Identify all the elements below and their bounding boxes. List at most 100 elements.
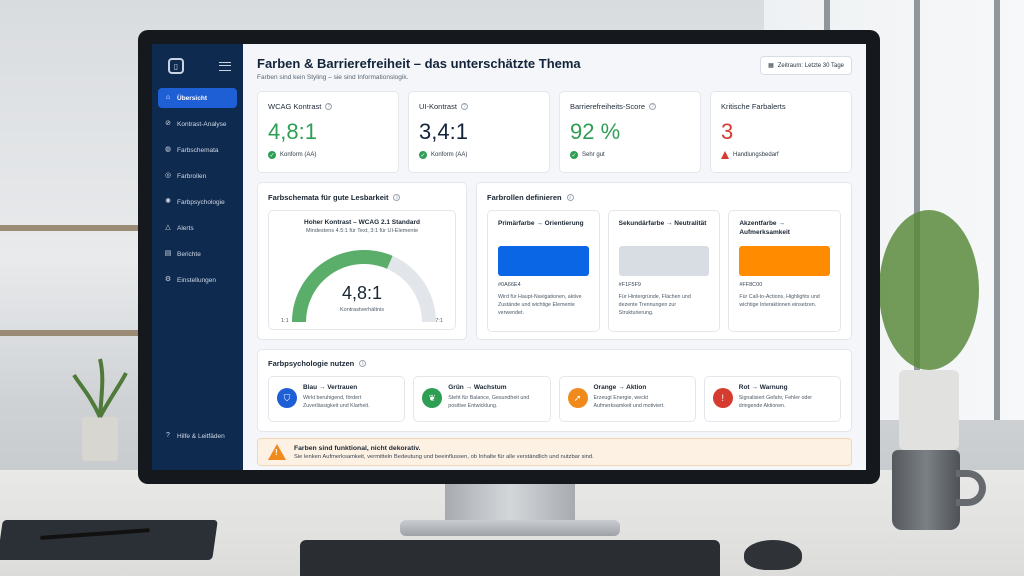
sidebar-item-kontrast-analyse[interactable]: ⊘ Kontrast-Analyse xyxy=(158,114,237,134)
sidebar-item-label: Übersicht xyxy=(177,94,207,102)
info-icon[interactable]: ? xyxy=(460,103,468,110)
role-hex: #0A66E4 xyxy=(498,282,521,288)
monitor: ▯ ⌂ Übersicht ⊘ Kontrast-Analyse ◍ Farbs… xyxy=(138,30,880,484)
info-icon[interactable]: i xyxy=(566,194,574,201)
help-icon: ? xyxy=(166,432,170,439)
sidebar-item-label: Kontrast-Analyse xyxy=(177,120,227,128)
kpi-label: WCAG Kontrast xyxy=(268,102,322,111)
row-schemes-roles: Farbschemata für gute Lesbarkeit i Hoher … xyxy=(257,182,852,340)
psych-card-orange[interactable]: ➚ Orange → Aktion Erzeugt Energie, weckt… xyxy=(558,376,696,422)
info-icon[interactable]: i xyxy=(359,360,367,367)
psych-title: Blau → Vertrauen xyxy=(303,384,358,391)
psych-desc: Steht für Balance, Gesundheit und positi… xyxy=(448,395,530,410)
gear-icon: ⚙ xyxy=(164,276,172,283)
page-title: Farben & Barrierefreiheit – das untersch… xyxy=(257,56,581,71)
sidebar-item-help[interactable]: ? Hilfe & Leitfäden xyxy=(158,426,237,446)
main-content: Farben & Barrierefreiheit – das untersch… xyxy=(243,44,866,470)
psych-title: Grün → Wachstum xyxy=(448,384,507,391)
sidebar-item-uebersicht[interactable]: ⌂ Übersicht xyxy=(158,88,237,108)
psych-card-rot[interactable]: ! Rot → Warnung Signalisiert Gefahr, Feh… xyxy=(703,376,841,422)
gauge-title: Hoher Kontrast – WCAG 2.1 Standard xyxy=(304,219,420,226)
notebook xyxy=(0,520,218,560)
psych-desc: Signalisiert Gefahr, Fehler oder dringen… xyxy=(738,395,813,410)
sidebar-item-farbschemata[interactable]: ◍ Farbschemata xyxy=(158,140,237,160)
kpi-card-alerts[interactable]: Kritische Farbalerts 3 Handlungsbedarf xyxy=(710,91,852,173)
gauge-card: Hoher Kontrast – WCAG 2.1 Standard Minde… xyxy=(268,210,456,330)
gauge-min-label: 1:1 xyxy=(281,318,289,324)
info-icon[interactable]: i xyxy=(393,194,401,201)
sidebar: ▯ ⌂ Übersicht ⊘ Kontrast-Analyse ◍ Farbs… xyxy=(152,44,243,470)
sidebar-item-label: Einstellungen xyxy=(177,276,217,284)
app-screen: ▯ ⌂ Übersicht ⊘ Kontrast-Analyse ◍ Farbs… xyxy=(152,44,866,470)
plant-right xyxy=(879,210,979,450)
schemes-panel: Farbschemata für gute Lesbarkeit i Hoher … xyxy=(257,182,467,340)
sidebar-item-label: Farbrollen xyxy=(177,172,207,180)
kpi-card-wcag[interactable]: WCAG Kontrast? 4,8:1 ✓ Konform (AA) xyxy=(257,91,399,173)
role-desc: Wird für Haupt-Navigationen, aktive Zust… xyxy=(498,294,582,317)
info-banner: ! Farben sind funktional, nicht dekorati… xyxy=(257,438,852,466)
role-hex: #FF8C00 xyxy=(739,282,763,288)
role-name: Akzentfarbe → Aufmerksamkeit xyxy=(739,220,790,237)
header: Farben & Barrierefreiheit – das untersch… xyxy=(257,56,852,81)
warning-icon: ! xyxy=(268,444,286,460)
kpi-status: Konform (AA) xyxy=(431,152,468,158)
sidebar-item-farbrollen[interactable]: ◎ Farbrollen xyxy=(158,166,237,186)
book-icon[interactable]: ▯ xyxy=(168,58,184,74)
info-icon[interactable]: ? xyxy=(649,103,657,110)
role-card-secondary[interactable]: Sekundärfarbe → Neutralität #F1F5F9 Für … xyxy=(607,210,721,332)
palette-icon: ◍ xyxy=(164,146,172,153)
shield-icon: ⛉ xyxy=(277,388,297,408)
color-swatch xyxy=(498,246,589,276)
gauge-subtitle: Mindestens 4.5:1 für Text, 3:1 für UI-El… xyxy=(305,228,419,234)
banner-title: Farben sind funktional, nicht dekorativ. xyxy=(294,444,421,452)
menu-icon[interactable] xyxy=(219,61,231,71)
color-swatch xyxy=(618,246,710,276)
kpi-status: Handlungsbedarf xyxy=(733,152,779,158)
mouse xyxy=(744,540,802,570)
role-card-primary[interactable]: Primärfarbe → Orientierung #0A66E4 Wird … xyxy=(487,210,600,332)
role-name: Sekundärfarbe → Neutralität xyxy=(618,220,707,227)
sidebar-item-farbpsychologie[interactable]: ✺ Farbpsychologie xyxy=(158,192,237,212)
sidebar-item-label: Hilfe & Leitfäden xyxy=(177,432,225,440)
kpi-card-ui-kontrast[interactable]: UI-Kontrast? 3,4:1 ✓ Konform (AA) xyxy=(408,91,550,173)
kpi-label: Barrierefreiheits-Score xyxy=(570,102,646,111)
report-icon: ▤ xyxy=(164,250,172,257)
role-hex: #F1F5F9 xyxy=(618,282,641,288)
cursor-icon: ➚ xyxy=(567,388,588,408)
coffee-mug xyxy=(892,450,960,530)
sidebar-item-alerts[interactable]: △ Alerts xyxy=(158,218,237,238)
psych-desc: Erzeugt Energie, weckt Aufmerksamkeit un… xyxy=(593,395,665,410)
banner-text: Sie lenken Aufmerksamkeit, vermitteln Be… xyxy=(294,453,594,460)
brain-icon: ✺ xyxy=(165,198,171,205)
sidebar-item-label: Farbschemata xyxy=(177,146,219,154)
sidebar-item-label: Alerts xyxy=(177,224,194,232)
kpi-status: Sehr gut xyxy=(582,152,605,158)
kpi-card-score[interactable]: Barrierefreiheits-Score? 92 % ✓ Sehr gut xyxy=(559,91,701,173)
psych-card-gruen[interactable]: ❦ Grün → Wachstum Steht für Balance, Ges… xyxy=(413,376,551,422)
leaf-icon: ❦ xyxy=(422,388,443,408)
gauge-value: 4,8:1 xyxy=(341,283,383,303)
roles-icon: ◎ xyxy=(164,172,172,179)
contrast-icon: ⊘ xyxy=(165,120,171,127)
kpi-value: 3 xyxy=(721,119,734,144)
alert-icon: △ xyxy=(165,224,171,231)
psych-card-blau[interactable]: ⛉ Blau → Vertrauen Wirkt beruhigend, för… xyxy=(268,376,406,422)
sidebar-item-einstellungen[interactable]: ⚙ Einstellungen xyxy=(158,270,237,290)
psych-desc: Wirkt beruhigend, fördert Zuverlässigkei… xyxy=(303,395,370,410)
kpi-row: WCAG Kontrast? 4,8:1 ✓ Konform (AA) UI-Ko… xyxy=(257,91,852,173)
psych-title: Orange → Aktion xyxy=(593,384,647,391)
info-icon[interactable]: ? xyxy=(325,103,333,110)
gauge-max-label: 7:1 xyxy=(435,318,443,324)
kpi-status: Konform (AA) xyxy=(280,152,317,158)
sidebar-item-label: Farbpsychologie xyxy=(177,198,225,206)
kpi-label: UI-Kontrast xyxy=(419,102,457,111)
calendar-icon: ▦ xyxy=(768,63,774,69)
kpi-label: Kritische Farbalerts xyxy=(721,102,786,111)
role-card-accent[interactable]: Akzentfarbe → Aufmerksamkeit #FF8C00 Für… xyxy=(728,210,842,332)
roles-panel: Farbrollen definieren i Primärfarbe → Ori… xyxy=(476,182,852,340)
check-icon: ✓ xyxy=(268,151,276,159)
sidebar-item-berichte[interactable]: ▤ Berichte xyxy=(158,244,237,264)
period-selector[interactable]: ▦ Zeitraum: Letzte 30 Tage xyxy=(760,56,852,75)
keyboard xyxy=(300,540,720,576)
period-label: Zeitraum: Letzte 30 Tage xyxy=(777,62,844,69)
